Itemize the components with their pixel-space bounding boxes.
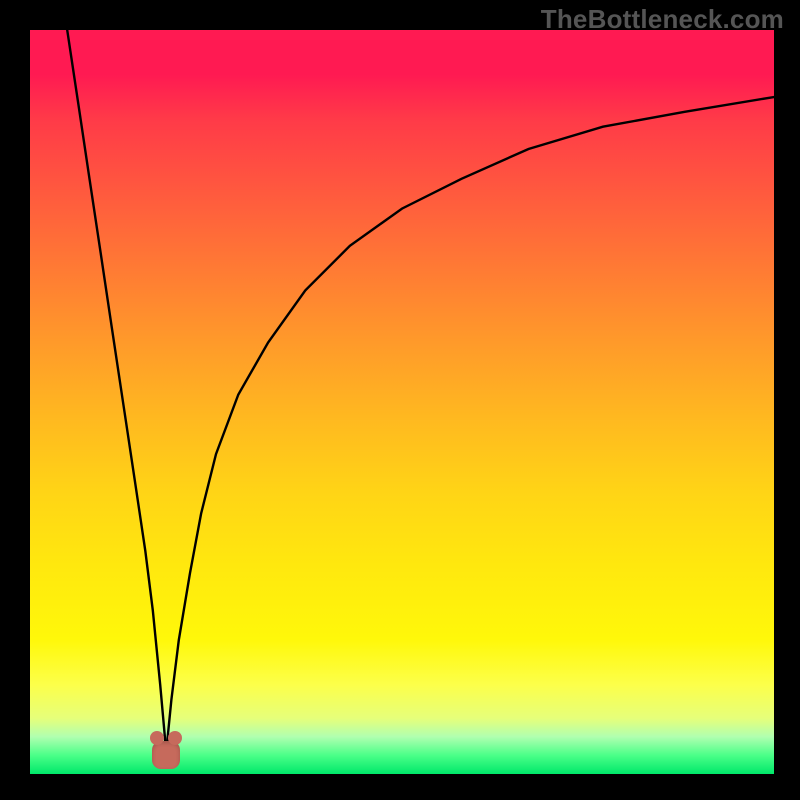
chart-frame: TheBottleneck.com xyxy=(0,0,800,800)
left-curve xyxy=(67,30,166,752)
sweet-spot-marker xyxy=(152,741,180,769)
curve-layer xyxy=(30,30,774,774)
right-curve xyxy=(166,97,774,752)
plot-area xyxy=(30,30,774,774)
